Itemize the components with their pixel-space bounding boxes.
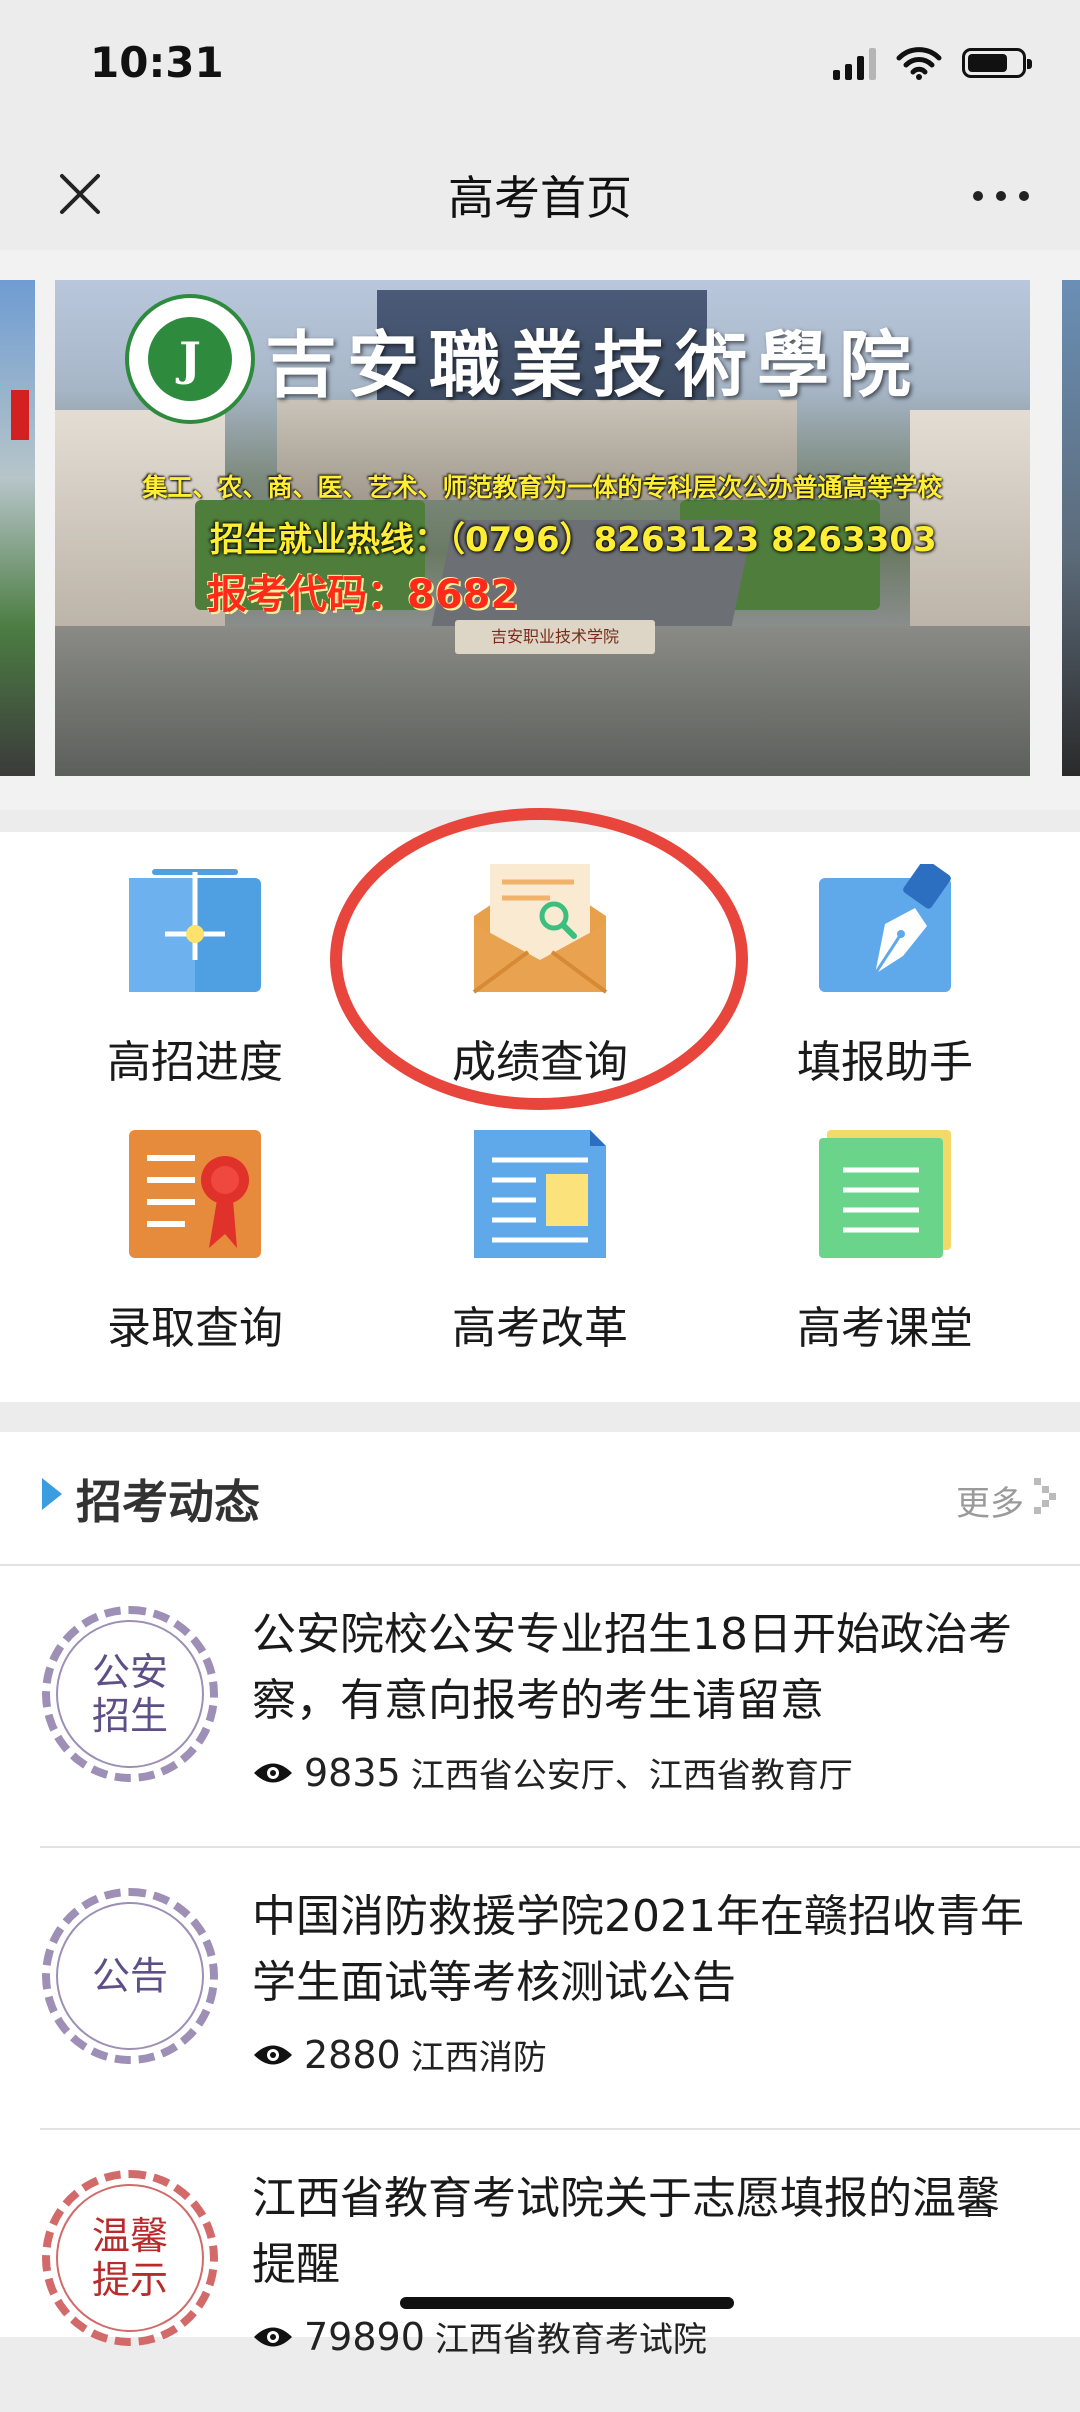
- view-count: 2880: [304, 2032, 401, 2077]
- status-icons: [833, 46, 1032, 80]
- news-section-title: 招考动态: [76, 1475, 260, 1529]
- newspaper-icon: [474, 1130, 606, 1258]
- chevron-right-icon[interactable]: [1030, 1474, 1060, 1518]
- eye-icon: [254, 2045, 292, 2064]
- banner-next-slide[interactable]: [1062, 280, 1080, 776]
- wifi-icon: [896, 47, 942, 80]
- news-source: 江西消防: [410, 2038, 547, 2078]
- notebook-icon: [819, 1130, 951, 1258]
- menu-item-score-query[interactable]: 成绩查询: [390, 864, 690, 1090]
- page-title: 高考首页: [448, 171, 632, 225]
- more-link[interactable]: 更多: [956, 1476, 1024, 1525]
- news-item[interactable]: 公告 中国消防救援学院2021年在赣招收青年学生面试等考核测试公告 2880 江…: [0, 1848, 1080, 2130]
- news-section: 招考动态 更多 公安 招生 公安院校公安专业招生18日开始政治考察，有意向报考的…: [0, 1432, 1080, 2360]
- news-item-title: 中国消防救援学院2021年在赣招收青年学生面试等考核测试公告: [252, 1891, 1024, 2008]
- menu-label: 填报助手: [797, 1037, 973, 1088]
- menu-item-fill-assistant[interactable]: 填报助手: [735, 859, 1035, 1090]
- news-source: 江西省公安厅、江西省教育厅: [410, 1756, 853, 1796]
- menu-label: 成绩查询: [452, 1037, 628, 1088]
- menu-label: 高考改革: [452, 1303, 628, 1354]
- news-item-title: 江西省教育考试院关于志愿填报的温馨提醒: [252, 2173, 1000, 2290]
- banner-plaque: 吉安职业技术学院: [455, 620, 655, 654]
- news-item-meta: 9835 江西省公安厅、江西省教育厅: [252, 1748, 853, 1797]
- college-logo: J: [125, 294, 255, 424]
- nav-bar: 高考首页: [0, 140, 1080, 250]
- battery-icon: [962, 48, 1032, 78]
- menu-label: 录取查询: [107, 1303, 283, 1354]
- banner-prev-slide[interactable]: [0, 280, 35, 776]
- banner-code: 报考代码：8682: [207, 572, 519, 618]
- news-item-title: 公安院校公安专业招生18日开始政治考察，有意向报考的考生请留意: [252, 1609, 1012, 1726]
- menu-grid: 高招进度 成绩查询 填报助手 录取查询 高考改革 高考课堂: [0, 808, 1080, 1402]
- progress-board-icon: [129, 869, 261, 992]
- envelope-search-icon: [472, 864, 608, 994]
- banner-carousel[interactable]: J 吉安職業技術學院 集工、农、商、医、艺术、师范教育为一体的专科层次公办普通高…: [0, 250, 1080, 810]
- news-item[interactable]: 温馨 提示 江西省教育考试院关于志愿填报的温馨提醒 79890 江西省教育考试院: [0, 2130, 1080, 2412]
- certificate-icon: [129, 1130, 261, 1258]
- news-item[interactable]: 公安 招生 公安院校公安专业招生18日开始政治考察，有意向报考的考生请留意 98…: [0, 1566, 1080, 1848]
- banner-slide[interactable]: J 吉安職業技術學院 集工、农、商、医、艺术、师范教育为一体的专科层次公办普通高…: [55, 280, 1030, 776]
- news-badge: 公安 招生: [42, 1606, 218, 1782]
- view-count: 9835: [304, 1750, 401, 1795]
- menu-label: 高考课堂: [797, 1303, 973, 1354]
- status-time: 10:31: [90, 38, 224, 87]
- news-badge: 公告: [42, 1888, 218, 2064]
- section-marker-icon: [42, 1478, 62, 1510]
- signal-icon: [833, 46, 876, 80]
- news-item-meta: 2880 江西消防: [252, 2030, 547, 2079]
- menu-item-reform[interactable]: 高考改革: [390, 1130, 690, 1356]
- menu-item-classroom[interactable]: 高考课堂: [735, 1130, 1035, 1356]
- home-indicator[interactable]: [400, 2297, 734, 2309]
- news-badge: 温馨 提示: [42, 2170, 218, 2346]
- menu-item-admission-query[interactable]: 录取查询: [45, 1130, 345, 1356]
- banner-hotline: 招生就业热线：（0796）8263123 8263303: [210, 520, 937, 560]
- school-name: 吉安職業技術學院: [265, 322, 922, 407]
- menu-item-progress[interactable]: 高招进度: [45, 864, 345, 1090]
- banner-slogan: 集工、农、商、医、艺术、师范教育为一体的专科层次公办普通高等学校: [142, 473, 943, 502]
- eye-icon: [254, 1763, 292, 1782]
- menu-label: 高招进度: [107, 1037, 283, 1088]
- status-bar: 10:31: [0, 0, 1080, 140]
- pen-icon: [819, 859, 951, 992]
- news-header: 招考动态 更多: [0, 1432, 1080, 1566]
- more-icon[interactable]: [966, 166, 1036, 226]
